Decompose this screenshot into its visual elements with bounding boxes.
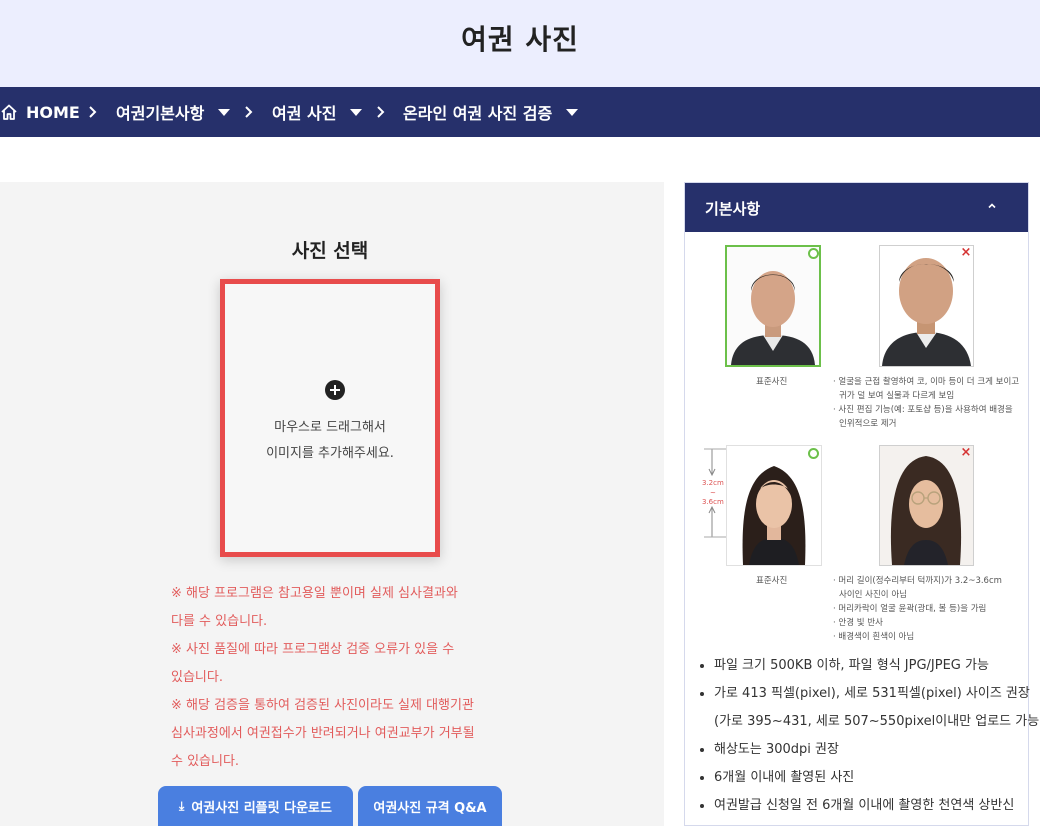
breadcrumb: HOME 여권기본사항 여권 사진 온라인 여권 사진 검증	[0, 87, 1040, 137]
bullet-icon	[700, 664, 704, 668]
leaflet-download-button[interactable]: ⤓ 여권사진 리플릿 다운로드	[158, 786, 353, 826]
download-icon: ⤓	[179, 798, 185, 813]
wrong-mark-icon: ×	[960, 245, 972, 260]
example-caption-2: 표준사진	[756, 576, 788, 586]
bullet-icon	[700, 776, 704, 780]
note-line: · 머리 길이(정수리부터 턱까지)가 3.2~3.6cm	[833, 576, 1002, 586]
caret-down-icon	[218, 108, 231, 116]
chevron-up-icon[interactable]	[987, 201, 997, 211]
breadcrumb-home-label: HOME	[26, 102, 80, 122]
measure-bottom-label: 3.6cm	[702, 498, 724, 506]
dropzone-text-line2: 이미지를 추가해주세요.	[266, 446, 394, 461]
bullet-icon	[700, 692, 704, 696]
note-line: · 얼굴을 근접 촬영하여 코, 이마 등이 더 크게 보이고	[833, 377, 1020, 387]
dropzone-text-line1: 마우스로 드래그해서	[274, 420, 386, 435]
title-band: 여권 사진	[0, 0, 1040, 87]
caret-down-icon	[566, 108, 579, 116]
bullet-icon	[700, 748, 704, 752]
notice-line: 있습니다.	[171, 670, 223, 685]
home-icon	[1, 104, 17, 120]
example-photo-bad-2	[879, 445, 974, 566]
breadcrumb-separator-icon	[244, 87, 254, 137]
notice-line: ※ 해당 프로그램은 참고용일 뿐이며 실제 심사결과와	[171, 586, 458, 601]
basic-info-header[interactable]: 기본사항	[685, 183, 1028, 232]
example-photo-good-1	[725, 245, 821, 367]
note-line: · 머리카락이 얼굴 윤곽(광대, 볼 등)을 가림	[833, 604, 987, 614]
leaflet-download-label: 여권사진 리플릿 다운로드	[191, 800, 332, 816]
breadcrumb-separator-icon	[88, 87, 98, 137]
bullet-icon	[700, 804, 704, 808]
notice-line: ※ 사진 품질에 따라 프로그램상 검증 오류가 있을 수	[171, 642, 455, 657]
caret-down-icon	[350, 108, 363, 116]
add-icon	[325, 380, 345, 400]
breadcrumb-level2-label: 여권 사진	[272, 104, 337, 123]
portrait-woman-image	[880, 446, 973, 565]
portrait-man-image	[727, 247, 819, 365]
note-line: · 사진 편집 기능(예: 포토샵 등)을 사용하여 배경을	[833, 405, 1013, 415]
basic-info-title: 기본사항	[705, 200, 761, 218]
breadcrumb-level3[interactable]: 온라인 여권 사진 검증	[403, 87, 579, 137]
note-line: 귀가 덜 보여 실물과 다르게 보임	[839, 391, 955, 401]
breadcrumb-separator-icon	[376, 87, 386, 137]
page-title: 여권 사진	[461, 23, 579, 56]
notice-line: ※ 해당 검증을 통하여 검증된 사진이라도 실제 대행기관	[171, 698, 474, 713]
note-line: 사이인 사진이 아님	[839, 590, 907, 600]
photo-qa-label: 여권사진 규격 Q&A	[373, 800, 487, 816]
correct-mark-icon	[808, 248, 819, 259]
breadcrumb-level3-label: 온라인 여권 사진 검증	[403, 104, 553, 123]
example-photo-good-2	[726, 445, 822, 566]
notice-line: 다를 수 있습니다.	[171, 614, 268, 629]
note-line: 인위적으로 제거	[839, 419, 897, 429]
notice-line: 심사과정에서 여권접수가 반려되거나 여권교부가 거부될	[171, 726, 475, 741]
correct-mark-icon	[808, 448, 819, 459]
breadcrumb-level1-label: 여권기본사항	[116, 104, 205, 123]
measure-top-label: 3.2cm	[702, 479, 724, 487]
portrait-man-image	[880, 246, 973, 366]
note-line: · 배경색이 흰색이 아님	[833, 632, 915, 642]
example-photo-bad-1	[879, 245, 974, 367]
breadcrumb-level1[interactable]: 여권기본사항	[116, 87, 231, 137]
notice-line: 수 있습니다.	[171, 754, 240, 769]
photo-qa-button[interactable]: 여권사진 규격 Q&A	[358, 786, 502, 826]
breadcrumb-home[interactable]: HOME	[0, 87, 80, 137]
wrong-mark-icon: ×	[960, 445, 972, 460]
breadcrumb-level2[interactable]: 여권 사진	[272, 87, 363, 137]
portrait-woman-image	[727, 446, 821, 565]
example-caption-1: 표준사진	[756, 377, 788, 387]
photo-dropzone[interactable]: 마우스로 드래그해서 이미지를 추가해주세요.	[220, 279, 440, 557]
photo-select-title: 사진 선택	[291, 240, 369, 262]
note-line: · 안경 빛 반사	[833, 618, 883, 628]
